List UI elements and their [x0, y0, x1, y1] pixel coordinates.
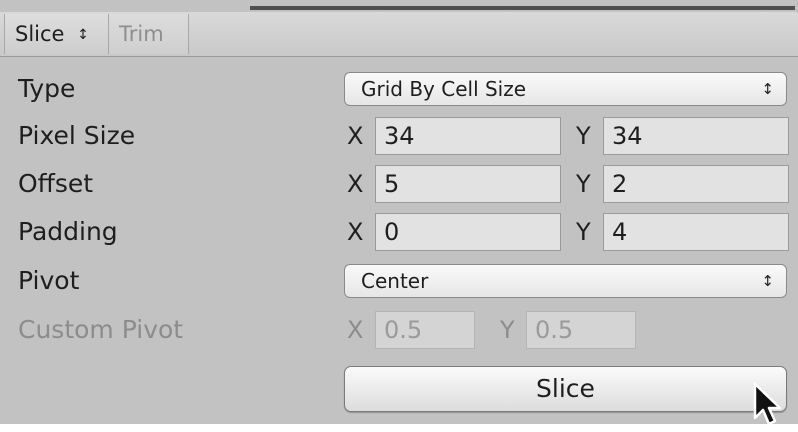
- custom-pivot-label: Custom Pivot: [18, 315, 184, 344]
- slice-menu-button[interactable]: Slice ↕: [4, 14, 109, 54]
- pixel-size-label: Pixel Size: [18, 121, 136, 150]
- slice-button[interactable]: Slice: [344, 366, 787, 412]
- custom-pivot-x-axis-label: X: [347, 316, 364, 344]
- window-top-border: [250, 6, 795, 10]
- type-label: Type: [18, 74, 76, 103]
- custom-pivot-y-field: 0.5: [526, 311, 636, 349]
- offset-x-axis-label: X: [347, 170, 364, 198]
- bottom-edge: [0, 424, 798, 432]
- type-dropdown[interactable]: Grid By Cell Size ↕: [344, 72, 787, 106]
- pixel-size-x-axis-label: X: [347, 122, 364, 150]
- trim-label: Trim: [119, 22, 164, 46]
- padding-x-field[interactable]: 0: [375, 213, 561, 251]
- pivot-label: Pivot: [18, 266, 80, 295]
- padding-y-axis-label: Y: [576, 218, 591, 246]
- pivot-dropdown[interactable]: Center ↕: [344, 264, 787, 298]
- pixel-size-y-axis-label: Y: [576, 122, 591, 150]
- offset-x-field[interactable]: 5: [375, 165, 561, 203]
- padding-x-axis-label: X: [347, 218, 364, 246]
- offset-label: Offset: [18, 169, 94, 198]
- padding-y-field[interactable]: 4: [603, 213, 789, 251]
- offset-y-field[interactable]: 2: [603, 165, 789, 203]
- trim-button[interactable]: Trim: [109, 14, 189, 54]
- arrow-cursor-icon: [753, 382, 782, 426]
- padding-label: Padding: [18, 217, 118, 246]
- pixel-size-y-field[interactable]: 34: [603, 117, 789, 155]
- pivot-dropdown-value: Center: [361, 269, 429, 293]
- custom-pivot-y-axis-label: Y: [500, 316, 515, 344]
- slice-menu-label: Slice: [15, 22, 65, 46]
- custom-pivot-x-field: 0.5: [375, 311, 475, 349]
- updown-arrows-icon: ↕: [761, 80, 774, 98]
- offset-y-axis-label: Y: [576, 170, 591, 198]
- pixel-size-x-field[interactable]: 34: [375, 117, 561, 155]
- updown-arrows-icon: ↕: [77, 27, 89, 43]
- type-dropdown-value: Grid By Cell Size: [361, 77, 527, 101]
- updown-arrows-icon: ↕: [761, 272, 774, 290]
- sprite-editor-slice-panel: Slice ↕ Trim Type Grid By Cell Size ↕ Pi…: [0, 0, 798, 432]
- slice-toolbar: Slice ↕ Trim: [0, 12, 798, 57]
